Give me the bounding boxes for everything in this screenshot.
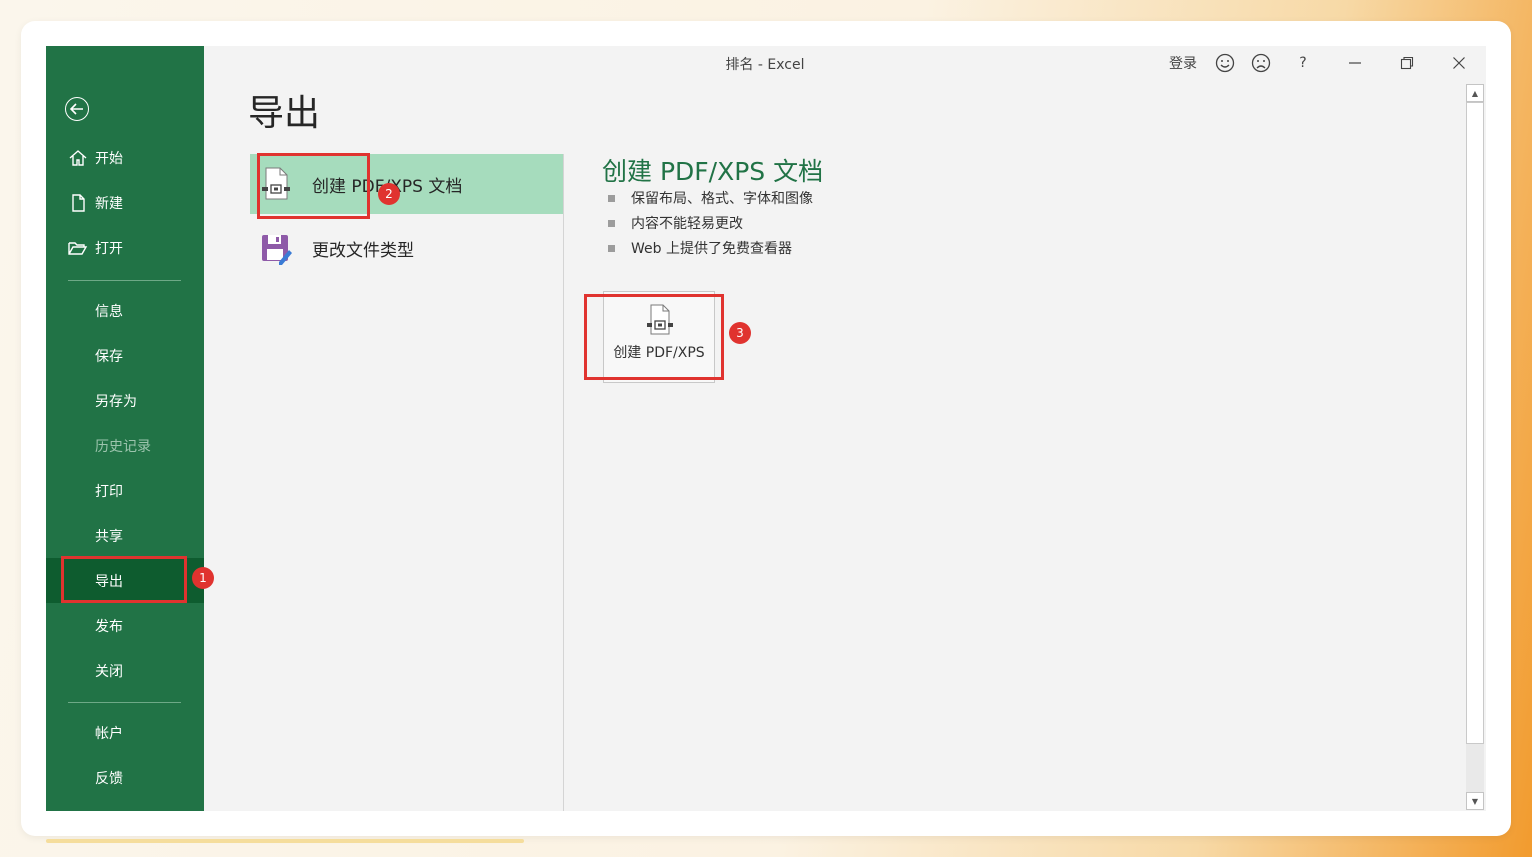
sidebar-item-save[interactable]: 保存 [46,333,204,378]
sidebar-item-label: 开始 [95,150,123,167]
sidebar-item-label: 信息 [95,303,123,320]
sidebar-item-info[interactable]: 信息 [46,288,204,333]
scroll-track[interactable] [1466,744,1484,794]
option-change-file-type[interactable]: 更改文件类型 [250,218,563,278]
sidebar-item-label: 反馈 [95,770,123,787]
sidebar-item-label: 新建 [95,195,123,212]
detail-bullet: 内容不能轻易更改 [608,213,743,233]
decorative-line [46,839,524,843]
sidebar-item-label: 历史记录 [95,438,151,455]
highlight-create-pdf-option [257,153,370,219]
minimize-icon[interactable] [1344,52,1366,74]
highlight-create-pdf-button [584,294,724,380]
open-folder-icon [68,242,88,255]
back-arrow-icon[interactable] [65,97,89,121]
home-icon [69,150,87,166]
sidebar-item-share[interactable]: 共享 [46,513,204,558]
sidebar-item-save-as[interactable]: 另存为 [46,378,204,423]
export-pane: 排名 - Excel 登录 ? 导出 创建 文档 更改文件类型 创建 PDF/X… [204,46,1486,811]
backstage-sidebar: 开始 新建 打开 信息 保存 另存为 历史记录 打印 共享 导出 发布 关闭 帐… [46,46,204,811]
step-badge-2: 2 [378,183,400,205]
sidebar-item-label: 共享 [95,528,123,545]
window-title: 排名 - Excel [725,57,805,73]
frown-icon[interactable] [1250,52,1272,74]
scroll-thumb[interactable] [1466,102,1484,744]
sidebar-divider [68,280,181,281]
login-link[interactable]: 登录 [1166,52,1200,74]
scroll-up-icon[interactable]: ▲ [1466,84,1484,102]
sidebar-item-label: 打开 [95,240,123,257]
help-button[interactable]: ? [1292,52,1314,74]
sidebar-item-publish[interactable]: 发布 [46,603,204,648]
step-badge-3: 3 [729,322,751,344]
sidebar-item-history: 历史记录 [46,423,204,468]
sidebar-item-account[interactable]: 帐户 [46,710,204,755]
detail-title: 创建 PDF/XPS 文档 [602,157,824,186]
sidebar-item-label: 另存为 [95,393,137,410]
vertical-scrollbar[interactable]: ▲ ▼ [1466,84,1484,811]
step-badge-1: 1 [192,567,214,589]
new-document-icon [72,194,85,212]
sidebar-divider [68,702,181,703]
sidebar-item-label: 关闭 [95,663,123,680]
sidebar-item-label: 打印 [95,483,123,500]
page-title: 导出 [248,93,321,134]
highlight-export [61,556,187,603]
option-label: 更改文件类型 [312,240,414,261]
sidebar-item-open[interactable]: 打开 [46,225,204,270]
sidebar-item-print[interactable]: 打印 [46,468,204,513]
sidebar-item-label: 帐户 [95,725,123,742]
sidebar-item-feedback[interactable]: 反馈 [46,755,204,800]
sidebar-item-new[interactable]: 新建 [46,180,204,225]
sidebar-item-close[interactable]: 关闭 [46,648,204,693]
restore-icon[interactable] [1396,52,1418,74]
scroll-down-icon[interactable]: ▼ [1466,792,1484,810]
change-file-type-icon [262,235,292,265]
sidebar-item-home[interactable]: 开始 [46,135,204,180]
smile-icon[interactable] [1214,52,1236,74]
detail-bullet: Web 上提供了免费查看器 [608,238,792,258]
sidebar-item-label: 保存 [95,348,123,365]
detail-bullet: 保留布局、格式、字体和图像 [608,188,813,208]
close-icon[interactable] [1448,52,1470,74]
sidebar-item-label: 发布 [95,618,123,635]
pane-divider [563,154,564,811]
